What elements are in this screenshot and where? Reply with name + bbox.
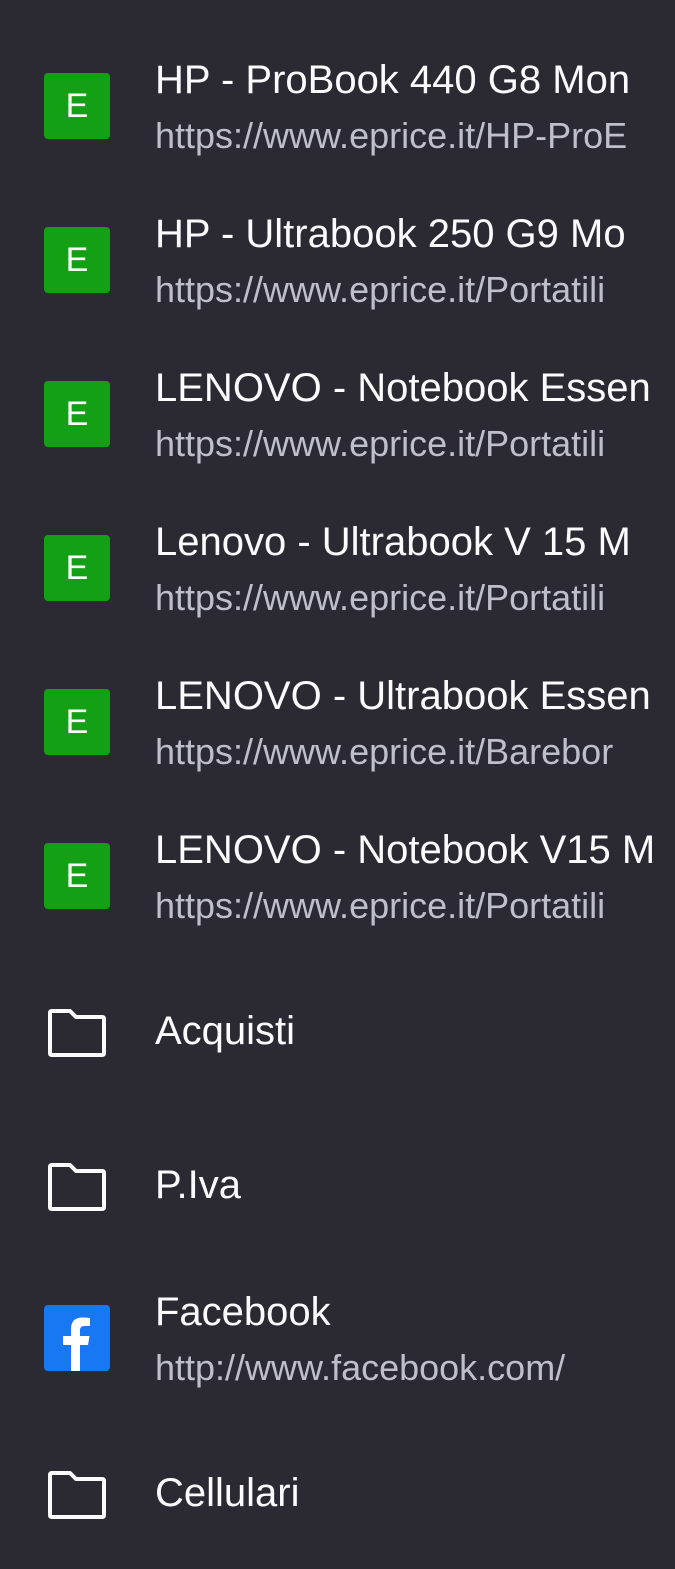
eprice-icon-letter: E [65, 703, 89, 741]
bookmark-url: https://www.eprice.it/Portatili [155, 423, 606, 464]
eprice-icon-letter: E [65, 549, 89, 587]
bookmark-url: http://www.facebook.com/ [155, 1347, 566, 1388]
eprice-icon: E [44, 535, 110, 601]
bookmark-title: HP - ProBook 440 G8 Mon [155, 58, 631, 102]
eprice-icon-letter: E [65, 395, 89, 433]
eprice-icon: E [44, 73, 110, 139]
eprice-icon-letter: E [65, 857, 89, 895]
folder-title: P.Iva [155, 1163, 241, 1207]
eprice-icon-letter: E [65, 87, 89, 125]
bookmark-title: LENOVO - Notebook V15 M [155, 828, 656, 872]
bookmark-item[interactable]: E LENOVO - Notebook V15 M https://www.ep… [0, 799, 675, 953]
bookmark-item[interactable]: E Lenovo - Ultrabook V 15 M https://www.… [0, 491, 675, 645]
eprice-icon: E [44, 227, 110, 293]
eprice-icon: E [44, 689, 110, 755]
bookmark-url: https://www.eprice.it/HP-ProE [155, 115, 628, 156]
folder-icon [48, 1471, 106, 1519]
bookmark-item[interactable]: Facebook http://www.facebook.com/ [0, 1261, 675, 1415]
bookmarks-list: E HP - ProBook 440 G8 Mon https://www.ep… [0, 0, 675, 1567]
folder-icon [48, 1009, 106, 1057]
bookmark-url: https://www.eprice.it/Portatili [155, 269, 606, 310]
bookmark-item[interactable]: E LENOVO - Notebook Essen https://www.ep… [0, 337, 675, 491]
bookmark-title: LENOVO - Notebook Essen [155, 366, 651, 410]
bookmark-url: https://www.eprice.it/Portatili [155, 577, 606, 618]
folder-item[interactable]: Acquisti [0, 953, 675, 1107]
folder-item[interactable]: P.Iva [0, 1107, 675, 1261]
folder-title: Acquisti [155, 1009, 296, 1053]
folder-icon [48, 1163, 106, 1211]
bookmark-title: Facebook [155, 1290, 331, 1334]
bookmark-url: https://www.eprice.it/Portatili [155, 885, 606, 926]
bookmark-title: HP - Ultrabook 250 G9 Mo [155, 212, 626, 256]
eprice-icon: E [44, 843, 110, 909]
folder-title: Cellulari [155, 1471, 300, 1515]
eprice-icon: E [44, 381, 110, 447]
bookmark-item[interactable]: E HP - Ultrabook 250 G9 Mo https://www.e… [0, 183, 675, 337]
eprice-icon-letter: E [65, 241, 89, 279]
bookmark-title: Lenovo - Ultrabook V 15 M [155, 520, 631, 564]
bookmark-title: LENOVO - Ultrabook Essen [155, 674, 651, 718]
bookmark-item[interactable]: E HP - ProBook 440 G8 Mon https://www.ep… [0, 29, 675, 183]
folder-item[interactable]: Cellulari [0, 1415, 675, 1569]
bookmark-item[interactable]: E LENOVO - Ultrabook Essen https://www.e… [0, 645, 675, 799]
bookmark-url: https://www.eprice.it/Barebor [155, 731, 614, 772]
facebook-icon [44, 1305, 110, 1371]
facebook-f-glyph [63, 1317, 90, 1371]
